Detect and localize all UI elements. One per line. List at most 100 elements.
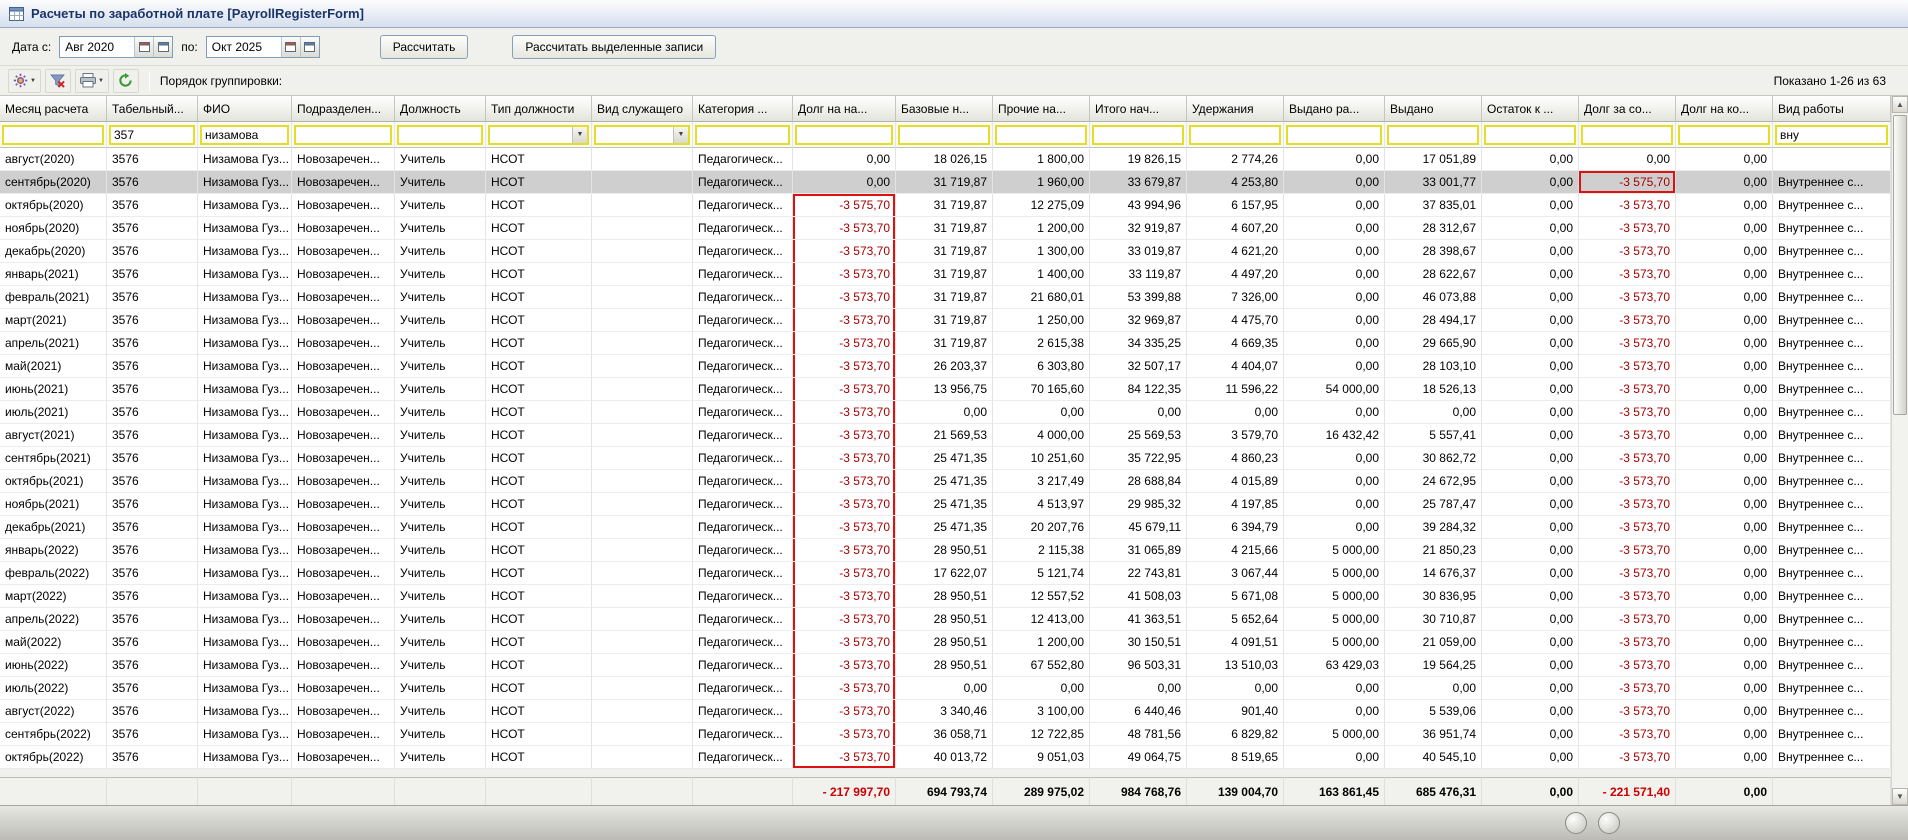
table-row[interactable]: август(2021)3576Низамова Гуз...Новозареч… xyxy=(0,424,1891,447)
cell[interactable]: август(2022) xyxy=(0,700,107,723)
cell[interactable]: 0,00 xyxy=(1482,585,1579,608)
cell[interactable]: -3 573,70 xyxy=(793,539,896,562)
cell[interactable]: НСОТ xyxy=(486,539,592,562)
cell[interactable]: Педагогическ... xyxy=(693,562,793,585)
cell[interactable]: 30 862,72 xyxy=(1385,447,1482,470)
filter-input[interactable] xyxy=(399,127,481,143)
cell[interactable]: 0,00 xyxy=(1482,424,1579,447)
cell[interactable]: 3576 xyxy=(107,723,198,746)
cell[interactable]: Внутреннее с... xyxy=(1773,378,1891,401)
table-row[interactable]: июнь(2022)3576Низамова Гуз...Новозаречен… xyxy=(0,654,1891,677)
cell[interactable]: НСОТ xyxy=(486,401,592,424)
cell[interactable]: -3 573,70 xyxy=(793,470,896,493)
cell[interactable]: 5 000,00 xyxy=(1284,631,1385,654)
cell[interactable]: 1 800,00 xyxy=(993,148,1090,171)
cell[interactable]: Новозаречен... xyxy=(292,355,395,378)
table-row[interactable]: май(2022)3576Низамова Гуз...Новозаречен.… xyxy=(0,631,1891,654)
filter-input[interactable] xyxy=(1288,127,1380,143)
cell[interactable]: 0,00 xyxy=(1482,286,1579,309)
cell[interactable]: 0,00 xyxy=(1284,401,1385,424)
cell[interactable]: 6 303,80 xyxy=(993,355,1090,378)
cell[interactable]: январь(2022) xyxy=(0,539,107,562)
cell[interactable]: Низамова Гуз... xyxy=(198,194,292,217)
cell[interactable]: Внутреннее с... xyxy=(1773,447,1891,470)
cell[interactable]: Педагогическ... xyxy=(693,424,793,447)
filter-input[interactable] xyxy=(1191,127,1279,143)
cell[interactable]: 0,00 xyxy=(1284,148,1385,171)
cell[interactable]: сентябрь(2021) xyxy=(0,447,107,470)
cell[interactable]: НСОТ xyxy=(486,654,592,677)
cell[interactable]: сентябрь(2020) xyxy=(0,171,107,194)
column-header[interactable]: Тип должности xyxy=(486,96,592,122)
cell[interactable]: Новозаречен... xyxy=(292,240,395,263)
cell[interactable]: октябрь(2022) xyxy=(0,746,107,769)
cell[interactable]: 3576 xyxy=(107,217,198,240)
cell[interactable]: -3 573,70 xyxy=(793,378,896,401)
filter-input[interactable] xyxy=(4,127,102,143)
cell[interactable]: -3 573,70 xyxy=(1579,240,1676,263)
calculate-selected-button[interactable]: Рассчитать выделенные записи xyxy=(512,35,716,59)
cell[interactable]: сентябрь(2022) xyxy=(0,723,107,746)
cell[interactable]: 2 615,38 xyxy=(993,332,1090,355)
cell[interactable] xyxy=(1773,148,1891,171)
cell[interactable]: -3 573,70 xyxy=(1579,562,1676,585)
cell[interactable]: Низамова Гуз... xyxy=(198,332,292,355)
cell[interactable]: ноябрь(2020) xyxy=(0,217,107,240)
cell[interactable] xyxy=(592,263,693,286)
cell[interactable]: 35 722,95 xyxy=(1090,447,1187,470)
cell[interactable]: Учитель xyxy=(395,286,486,309)
cell[interactable]: -3 573,70 xyxy=(1579,746,1676,769)
cell[interactable]: 26 203,37 xyxy=(896,355,993,378)
cell[interactable]: 0,00 xyxy=(1676,677,1773,700)
cell[interactable]: Педагогическ... xyxy=(693,171,793,194)
cell[interactable]: 33 679,87 xyxy=(1090,171,1187,194)
cell[interactable]: -3 573,70 xyxy=(793,585,896,608)
table-row[interactable]: январь(2022)3576Низамова Гуз...Новозареч… xyxy=(0,539,1891,562)
cell[interactable]: Учитель xyxy=(395,401,486,424)
table-row[interactable]: май(2021)3576Низамова Гуз...Новозаречен.… xyxy=(0,355,1891,378)
cell[interactable]: Новозаречен... xyxy=(292,171,395,194)
cell[interactable]: 41 508,03 xyxy=(1090,585,1187,608)
cell[interactable]: -3 573,70 xyxy=(1579,608,1676,631)
cell[interactable]: 0,00 xyxy=(1676,194,1773,217)
cell[interactable]: 3 100,00 xyxy=(993,700,1090,723)
scroll-up-arrow[interactable]: ▲ xyxy=(1892,96,1908,113)
cell[interactable]: 0,00 xyxy=(1482,470,1579,493)
cell[interactable]: 0,00 xyxy=(1482,677,1579,700)
cell[interactable]: 4 497,20 xyxy=(1187,263,1284,286)
cell[interactable]: 1 200,00 xyxy=(993,631,1090,654)
cell[interactable]: 3576 xyxy=(107,447,198,470)
cell[interactable]: 0,00 xyxy=(1676,424,1773,447)
cell[interactable]: Внутреннее с... xyxy=(1773,654,1891,677)
cell[interactable]: 96 503,31 xyxy=(1090,654,1187,677)
cell[interactable]: Новозаречен... xyxy=(292,424,395,447)
cell[interactable]: 0,00 xyxy=(1482,447,1579,470)
cell[interactable]: Педагогическ... xyxy=(693,148,793,171)
cell[interactable]: 5 557,41 xyxy=(1385,424,1482,447)
cell[interactable]: Внутреннее с... xyxy=(1773,723,1891,746)
cell[interactable]: Педагогическ... xyxy=(693,263,793,286)
cell[interactable]: 0,00 xyxy=(1482,516,1579,539)
cell[interactable]: НСОТ xyxy=(486,217,592,240)
cell[interactable]: 3576 xyxy=(107,562,198,585)
cell[interactable]: Новозаречен... xyxy=(292,217,395,240)
cell[interactable]: Новозаречен... xyxy=(292,286,395,309)
cell[interactable]: Низамова Гуз... xyxy=(198,217,292,240)
cell[interactable]: 16 432,42 xyxy=(1284,424,1385,447)
cell[interactable] xyxy=(592,309,693,332)
cell[interactable]: 0,00 xyxy=(1284,171,1385,194)
cell[interactable]: Низамова Гуз... xyxy=(198,286,292,309)
cell[interactable]: 0,00 xyxy=(1187,677,1284,700)
cell[interactable]: НСОТ xyxy=(486,493,592,516)
cell[interactable]: 1 250,00 xyxy=(993,309,1090,332)
cell[interactable]: Низамова Гуз... xyxy=(198,516,292,539)
calculate-button[interactable]: Рассчитать xyxy=(380,35,469,59)
cell[interactable]: НСОТ xyxy=(486,723,592,746)
cell[interactable]: 41 363,51 xyxy=(1090,608,1187,631)
cell[interactable]: 31 719,87 xyxy=(896,286,993,309)
cell[interactable]: Низамова Гуз... xyxy=(198,148,292,171)
cell[interactable]: -3 573,70 xyxy=(793,355,896,378)
cell[interactable]: Учитель xyxy=(395,562,486,585)
cell[interactable]: 3576 xyxy=(107,263,198,286)
cell[interactable]: август(2021) xyxy=(0,424,107,447)
